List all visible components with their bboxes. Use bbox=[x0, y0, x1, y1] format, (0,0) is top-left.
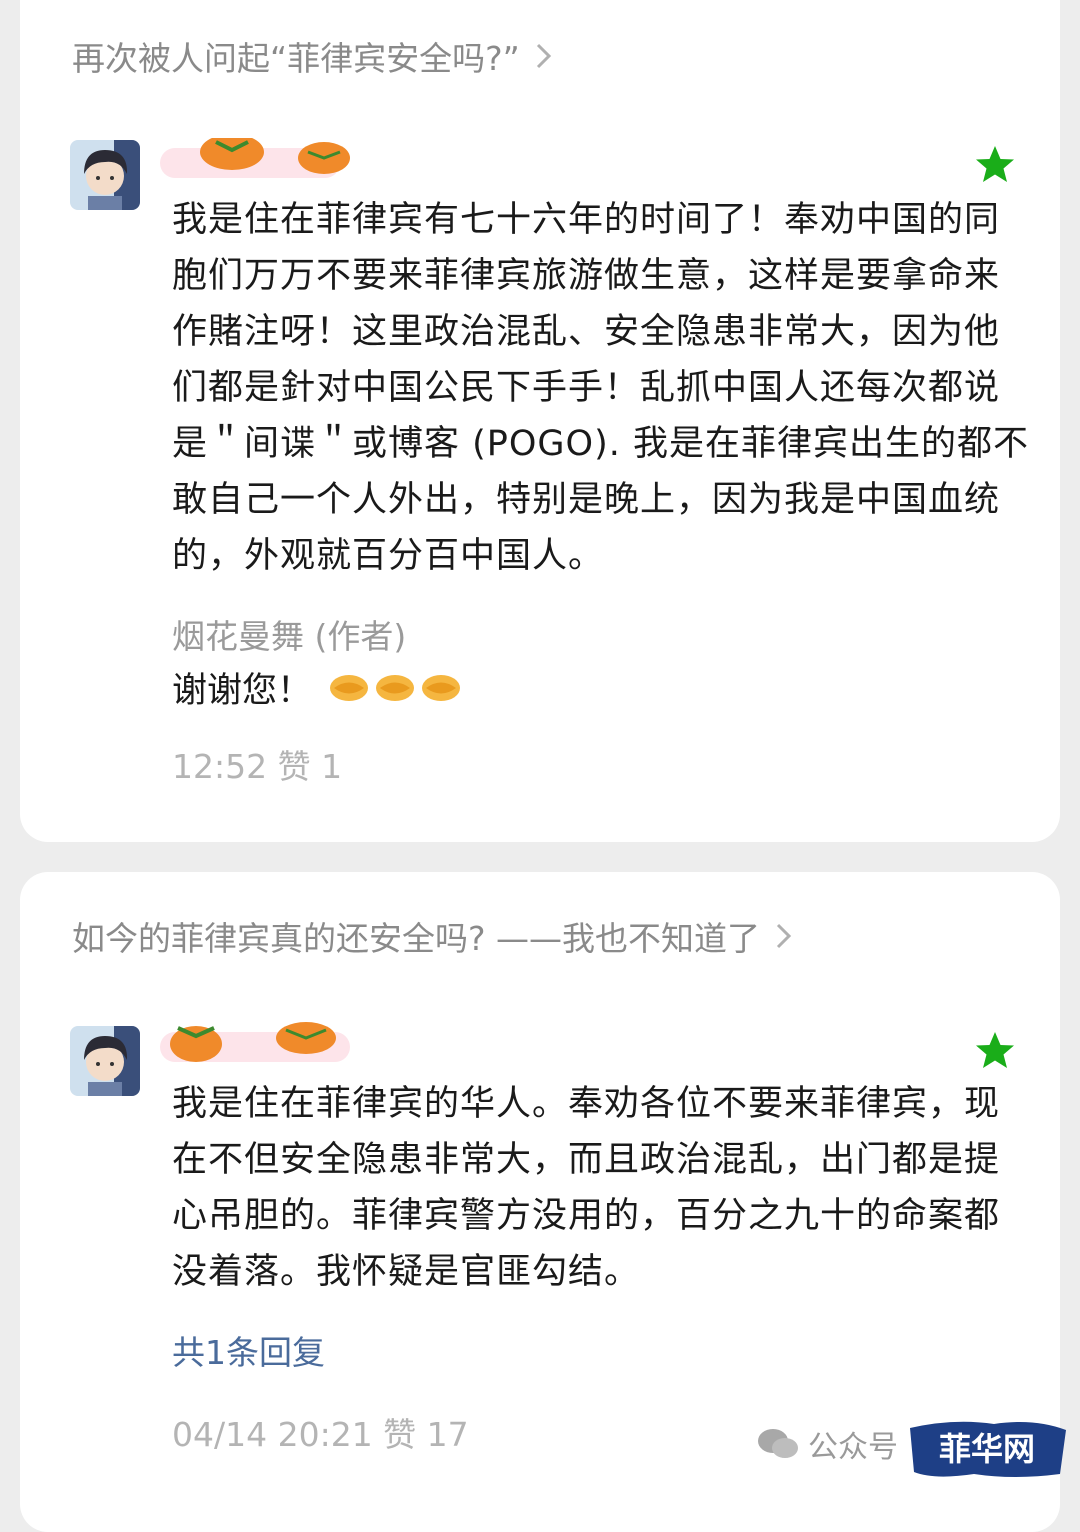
watermark-label: 公众号 bbox=[808, 1430, 898, 1465]
chevron-right-icon bbox=[776, 923, 792, 949]
avatar[interactable] bbox=[70, 140, 140, 210]
author-reply: 谢谢您！ bbox=[172, 662, 462, 713]
comment-text: 我是住在菲律宾的华人。奉劝各位不要来菲律宾，现在不但安全隐患非常大，而且政治混乱… bbox=[172, 1084, 1001, 1292]
watermark: 公众号 bbox=[756, 1422, 898, 1466]
chevron-right-icon bbox=[536, 43, 551, 69]
comment-meta: 04/14 20:21 赞 17 bbox=[172, 1415, 469, 1454]
author-reply-label: 烟花曼舞 (作者) bbox=[172, 617, 407, 656]
article-title-link[interactable]: 再次被人问起“菲律宾安全吗?” bbox=[72, 32, 556, 80]
star-icon bbox=[976, 146, 1014, 182]
comment-card: 再次被人问起“菲律宾安全吗?” 我是住在菲律宾有七十六年的时间了！奉劝中国的同胞… bbox=[20, 0, 1060, 842]
reply-count-link[interactable]: 共1条回复 bbox=[172, 1326, 325, 1374]
star-icon bbox=[976, 1032, 1014, 1068]
avatar[interactable] bbox=[70, 1026, 140, 1096]
username-blurred[interactable] bbox=[160, 1020, 360, 1066]
username-blurred[interactable] bbox=[160, 138, 360, 184]
article-title: 再次被人问起“菲律宾安全吗?” bbox=[72, 39, 520, 78]
author-reply-text: 谢谢您！ bbox=[172, 671, 313, 711]
handshake-icon bbox=[376, 674, 415, 701]
handshake-icon bbox=[422, 674, 461, 701]
article-title-link[interactable]: 如今的菲律宾真的还安全吗? ——我也不知道了 bbox=[72, 912, 796, 960]
comment-text: 我是住在菲律宾有七十六年的时间了！奉劝中国的同胞们万万不要来菲律宾旅游做生意，这… bbox=[172, 200, 1030, 576]
wechat-icon bbox=[758, 1429, 798, 1458]
logo-text: 菲华网 bbox=[939, 1430, 1035, 1468]
article-title: 如今的菲律宾真的还安全吗? ——我也不知道了 bbox=[72, 919, 761, 958]
handshake-icon bbox=[330, 674, 369, 701]
comment-meta: 12:52 赞 1 bbox=[172, 747, 343, 786]
feihua-logo: 菲华网 bbox=[910, 1421, 1066, 1477]
